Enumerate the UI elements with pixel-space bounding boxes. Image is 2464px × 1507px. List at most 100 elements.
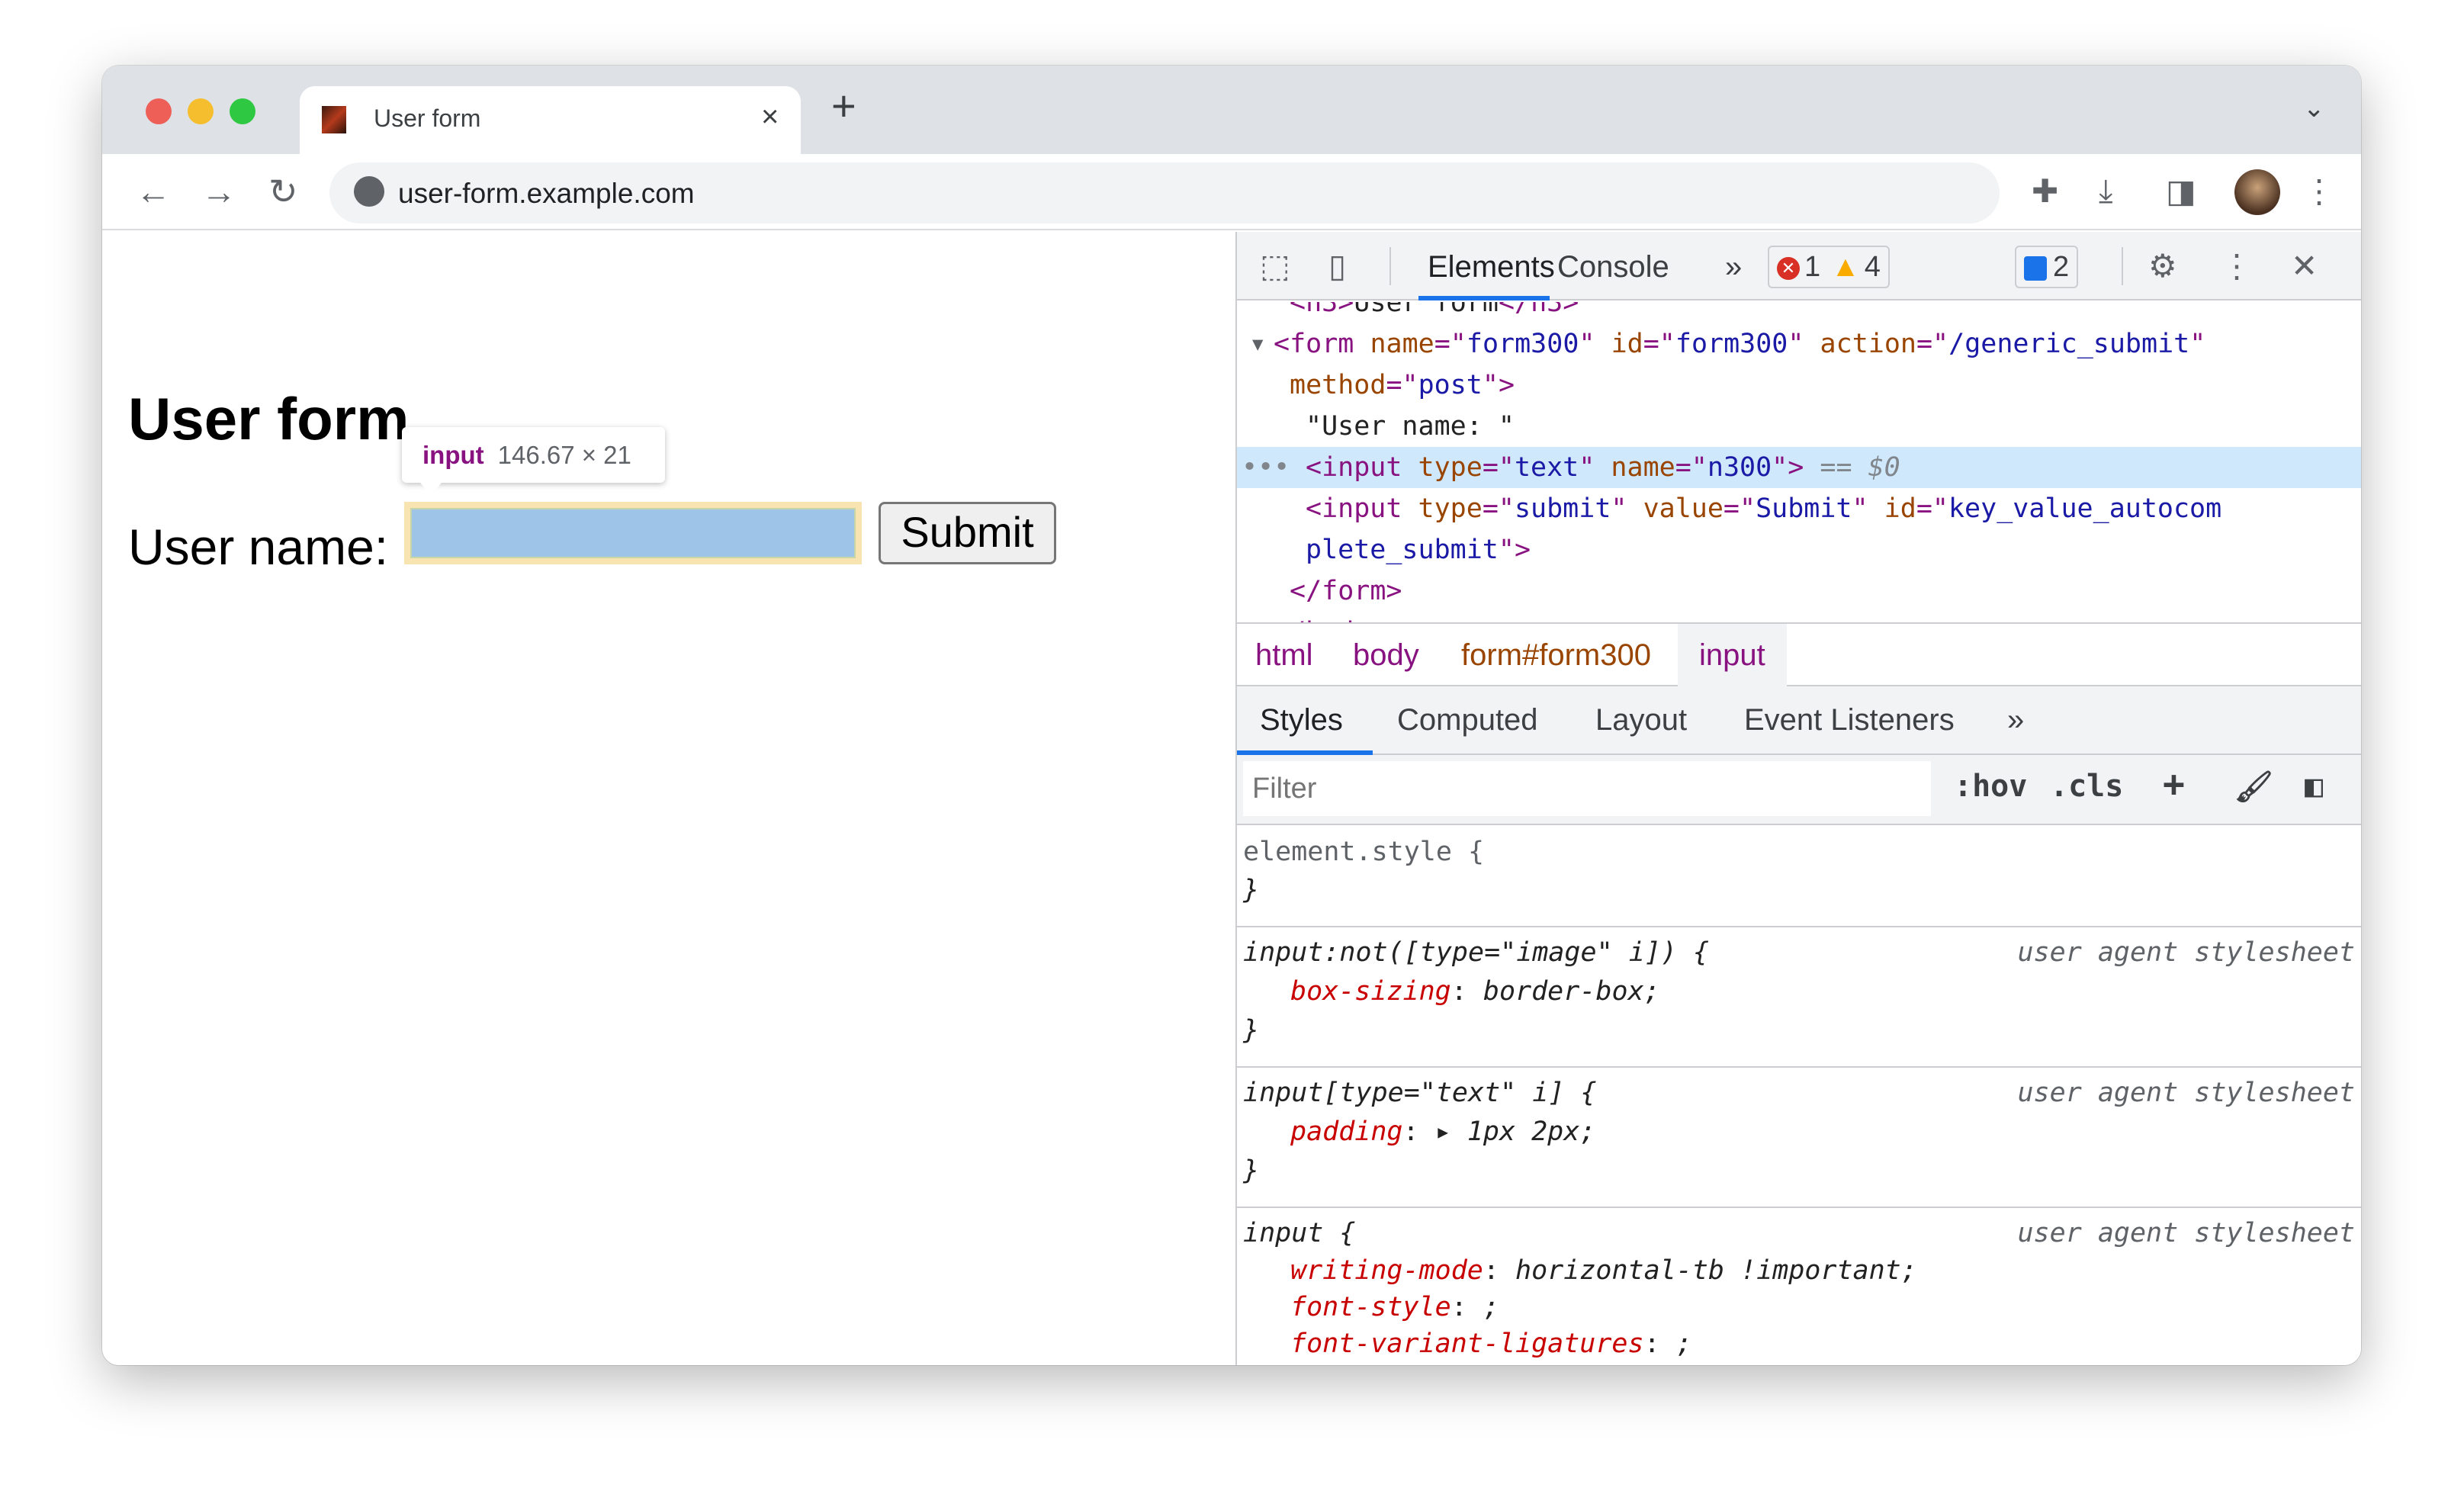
side-panel-icon[interactable]: ◨ [2166, 172, 2196, 210]
rule-selector[interactable]: element.style { [1243, 837, 1484, 867]
inspect-element-icon[interactable]: ⬚ [1260, 247, 1290, 284]
dom-node-line[interactable]: ▼ <form name="form300" id="form300" actio… [1237, 323, 2361, 365]
tab-event-listeners[interactable]: Event Listeners [1744, 703, 1955, 737]
rule-close-brace: } [1243, 1015, 1260, 1046]
close-window-button[interactable] [146, 98, 172, 124]
extensions-icon[interactable]: ✚ [2032, 172, 2058, 210]
more-tabs-icon[interactable]: » [1725, 250, 1742, 284]
rule-selector[interactable]: input { [1243, 1218, 1356, 1248]
submit-button[interactable]: Submit [879, 502, 1056, 564]
dom-token: =" [1643, 329, 1675, 359]
error-count: 1 [1804, 251, 1821, 283]
rule-selector[interactable]: input:not([type="image" i]) { [1243, 937, 1709, 968]
style-declaration[interactable]: writing-mode: horizontal-tb !important; [1237, 1252, 2361, 1289]
rule-source[interactable]: user agent stylesheet [2017, 1074, 2355, 1112]
property-name[interactable]: writing-mode [1290, 1255, 1483, 1286]
property-name[interactable]: padding [1290, 1117, 1403, 1147]
style-rules: element.style {} input:not([type="image" … [1237, 827, 2361, 1365]
tooltip-dimensions: 146.67 × 21 [497, 441, 631, 469]
dom-token: </h3> [1498, 302, 1579, 318]
device-toolbar-icon[interactable]: ▯ [1328, 247, 1346, 284]
reload-icon[interactable]: ↻ [268, 171, 298, 212]
dom-node-line[interactable]: method="post"> [1237, 365, 2361, 406]
property-value[interactable]: border-box; [1483, 976, 1660, 1007]
dom-node-line[interactable]: <input type="submit" value="Submit" id="… [1237, 488, 2361, 529]
style-declaration[interactable]: font-variant-caps: ; [1237, 1362, 2361, 1365]
paint-brush-icon[interactable]: 🖌 [2234, 769, 2273, 805]
toggle-sidebar-icon[interactable]: ◧ [2305, 769, 2323, 804]
tab-computed[interactable]: Computed [1397, 703, 1538, 737]
property-value[interactable]: ; [1483, 1292, 1499, 1322]
dom-node-line[interactable]: ••• <input type="text" name="n300"> == $0 [1237, 447, 2361, 488]
style-rule: input:not([type="image" i]) { user agent … [1237, 927, 2361, 1068]
dom-token: n300 [1707, 452, 1772, 483]
dom-token: type [1418, 493, 1483, 524]
dom-token: </body> [1274, 617, 1386, 622]
dom-node-line[interactable]: plete_submit"> [1237, 529, 2361, 570]
message-icon [2024, 255, 2047, 281]
new-style-rule-icon[interactable]: + [2163, 763, 2185, 805]
style-declaration[interactable]: font-variant-ligatures: ; [1237, 1325, 2361, 1362]
breadcrumb-body[interactable]: body [1342, 624, 1430, 686]
more-options-icon[interactable]: ⋮ [2221, 247, 2253, 284]
rule-source[interactable]: user agent stylesheet [2017, 933, 2355, 972]
browser-menu-icon[interactable]: ⋮ [2303, 172, 2335, 210]
property-name[interactable]: font-variant-ligatures [1290, 1329, 1644, 1359]
styles-filter-input[interactable] [1243, 761, 1931, 816]
dom-token: submit [1514, 493, 1611, 524]
hov-toggle[interactable]: :hov [1954, 769, 2027, 804]
tab-user-form[interactable]: User form × [300, 86, 801, 154]
rule-close-brace: } [1243, 1155, 1260, 1186]
settings-gear-icon[interactable]: ⚙ [2148, 247, 2177, 284]
error-icon: ✕ [1777, 256, 1800, 280]
messages-badge[interactable]: 2 [2015, 246, 2079, 288]
page-heading: User form [128, 385, 410, 452]
profile-avatar[interactable] [2234, 169, 2280, 215]
tab-layout[interactable]: Layout [1595, 703, 1687, 737]
dom-node-line[interactable]: </body> [1237, 612, 2361, 622]
property-name[interactable]: box-sizing [1290, 976, 1451, 1007]
rule-source[interactable]: user agent stylesheet [2017, 1214, 2355, 1252]
maximize-window-button[interactable] [230, 98, 255, 124]
url-text: user-form.example.com [398, 178, 695, 209]
dom-token: == $0 [1804, 452, 1900, 483]
breadcrumb-html[interactable]: html [1245, 624, 1324, 686]
back-icon[interactable]: ← [136, 171, 171, 212]
devtools-panel: ⬚ ▯ Elements Console » ✕ 1 ▲ 4 2 ⚙ ⋮ ✕ <h3>… [1235, 232, 2361, 1365]
property-value[interactable]: ▸ 1px 2px; [1435, 1117, 1596, 1147]
style-declaration[interactable]: font-style: ; [1237, 1289, 2361, 1325]
more-tabs-icon[interactable]: » [2007, 703, 2024, 737]
dom-node-line[interactable]: "User name: " [1237, 406, 2361, 447]
rule-selector[interactable]: input[type="text" i] { [1243, 1078, 1597, 1108]
close-devtools-icon[interactable]: ✕ [2291, 247, 2318, 284]
property-value[interactable]: horizontal-tb !important; [1515, 1255, 1917, 1286]
dom-tree: <h3>User form</h3> ▼ <form name="form300" … [1237, 302, 2361, 622]
dom-token: name [1370, 329, 1434, 359]
username-input[interactable] [404, 502, 862, 564]
tab-elements[interactable]: Elements [1428, 250, 1555, 284]
tab-styles[interactable]: Styles [1260, 703, 1343, 737]
dom-token: <input [1306, 493, 1418, 524]
breadcrumb-form[interactable]: form#form300 [1450, 624, 1662, 686]
tab-search-chevron-icon[interactable]: ⌄ [2303, 93, 2325, 124]
expand-triangle-icon[interactable]: ▼ [1252, 323, 1263, 365]
colon: : [1450, 976, 1483, 1007]
cls-toggle[interactable]: .cls [2050, 769, 2123, 804]
node-actions-icon[interactable]: ••• [1242, 447, 1290, 488]
dom-node-line[interactable]: <h3>User form</h3> [1237, 302, 2361, 323]
tab-close-icon[interactable]: × [761, 100, 779, 134]
issues-badge[interactable]: ✕ 1 ▲ 4 [1768, 246, 1890, 288]
style-declaration[interactable]: box-sizing: border-box; [1237, 972, 2361, 1011]
dom-node-line[interactable]: </form> [1237, 570, 2361, 612]
style-declaration[interactable]: padding: ▸ 1px 2px; [1237, 1112, 2361, 1152]
address-bar[interactable]: user-form.example.com [329, 162, 2000, 223]
new-tab-button[interactable]: + [831, 81, 856, 130]
property-value[interactable]: ; [1676, 1329, 1692, 1359]
minimize-window-button[interactable] [188, 98, 214, 124]
download-icon[interactable]: ⤓ [2099, 172, 2113, 210]
forward-icon[interactable]: → [201, 171, 236, 212]
browser-toolbar: ← → ↻ user-form.example.com ✚ ⤓ ◨ ⋮ [102, 154, 2361, 230]
tab-console[interactable]: Console [1557, 250, 1669, 284]
breadcrumb-input[interactable]: input [1678, 624, 1787, 686]
property-name[interactable]: font-style [1290, 1292, 1451, 1322]
